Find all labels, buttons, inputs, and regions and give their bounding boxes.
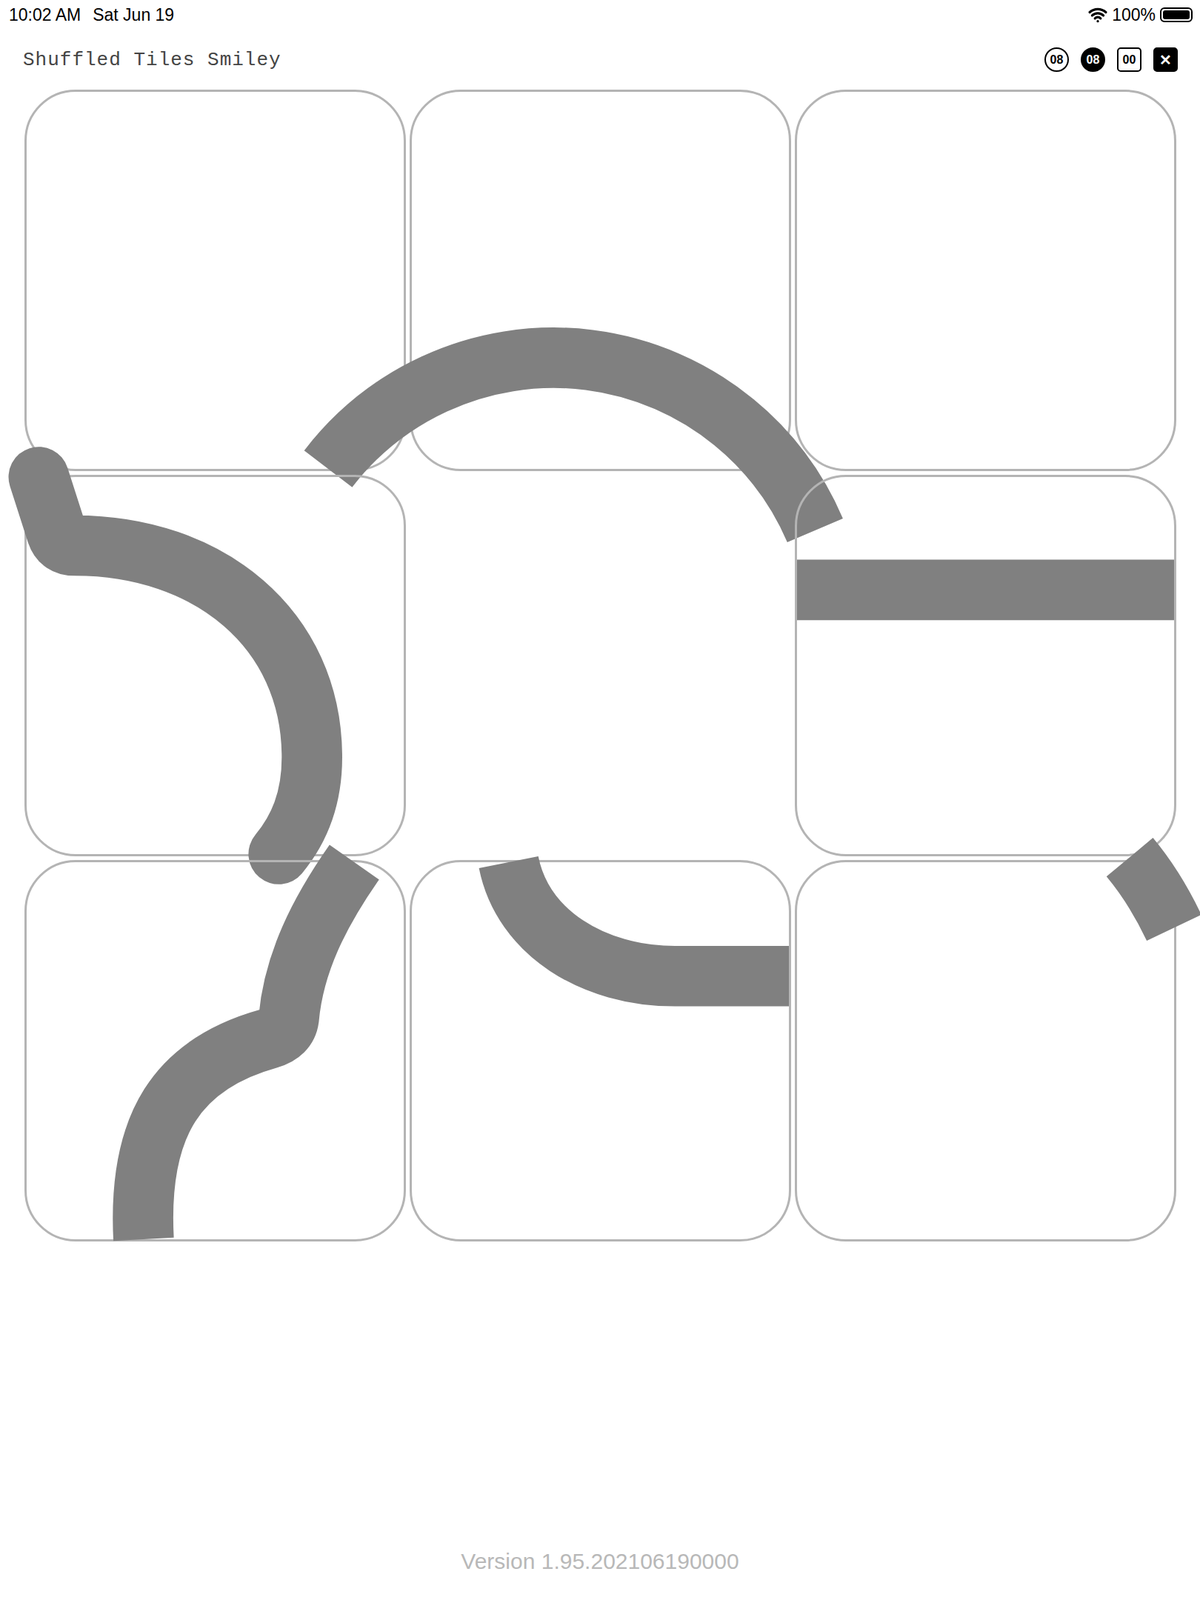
tile[interactable] bbox=[24, 474, 406, 857]
header-buttons: 08 08 00 ✕ bbox=[1044, 47, 1178, 72]
battery-icon bbox=[1160, 7, 1193, 23]
smiley-piece-icon bbox=[26, 862, 404, 1240]
tile[interactable] bbox=[409, 860, 792, 1242]
status-time: 10:02 AM bbox=[8, 5, 81, 26]
counter-button[interactable]: 08 bbox=[1044, 47, 1069, 72]
battery-fill bbox=[1162, 10, 1190, 20]
smiley-piece-icon bbox=[411, 91, 789, 469]
battery-reading: 100% bbox=[1111, 5, 1156, 26]
app: 10:02 AM Sat Jun 19 100% Shuffled Tiles Smi… bbox=[0, 0, 1200, 1600]
header: Shuffled Tiles Smiley 08 08 00 ✕ bbox=[0, 29, 1200, 90]
status-date: Sat Jun 19 bbox=[92, 5, 175, 26]
tile[interactable] bbox=[794, 89, 1177, 472]
tile[interactable] bbox=[794, 474, 1177, 857]
close-button[interactable]: ✕ bbox=[1153, 47, 1178, 72]
smiley-piece-icon bbox=[797, 862, 1175, 1240]
counter-button[interactable]: 08 bbox=[1080, 47, 1106, 72]
status-bar: 10:02 AM Sat Jun 19 100% bbox=[0, 0, 1200, 30]
wifi-icon bbox=[1088, 5, 1108, 25]
smiley-piece-icon bbox=[26, 477, 404, 855]
counter-button[interactable]: 00 bbox=[1117, 47, 1142, 72]
title: Shuffled Tiles Smiley bbox=[22, 48, 282, 72]
tile[interactable] bbox=[409, 89, 792, 472]
version-label: Version 1.95.202106190000 bbox=[0, 1548, 1200, 1575]
smiley-piece-icon bbox=[797, 477, 1175, 855]
tile[interactable] bbox=[794, 860, 1177, 1242]
tile-board bbox=[0, 89, 1200, 1242]
empty-slot bbox=[409, 474, 792, 857]
tile[interactable] bbox=[24, 860, 406, 1242]
smiley-piece-icon bbox=[411, 862, 789, 1240]
status-left: 10:02 AM Sat Jun 19 bbox=[8, 5, 175, 26]
status-right: 100% bbox=[1088, 5, 1193, 26]
